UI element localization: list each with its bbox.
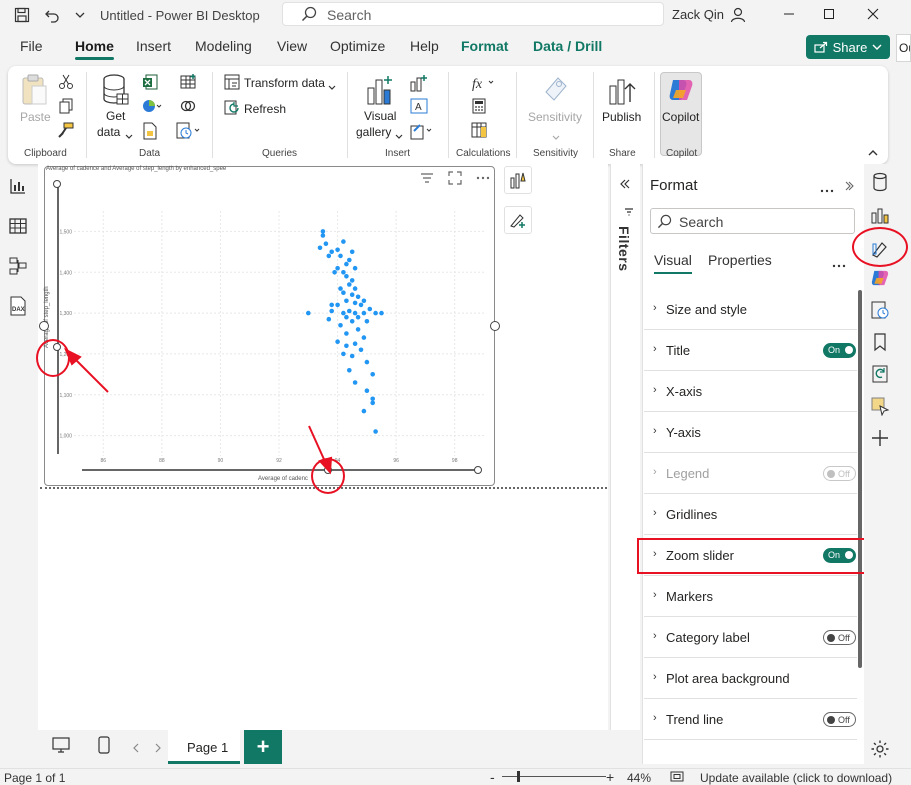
add-page-button[interactable]: + xyxy=(244,730,282,764)
toggle-knob xyxy=(827,716,835,724)
build-visual-icon[interactable] xyxy=(870,205,890,225)
page-info: Page 1 of 1 xyxy=(4,771,66,785)
format-section-label: Category label xyxy=(666,630,750,645)
format-section-legend[interactable]: › Legend Off xyxy=(644,453,857,494)
format-section-plot-area-background[interactable]: › Plot area background xyxy=(644,658,857,699)
format-section-y-axis[interactable]: › Y-axis xyxy=(644,412,857,453)
format-section-trend-line[interactable]: › Trend line Off xyxy=(644,699,857,740)
format-section-label: Y-axis xyxy=(666,425,701,440)
search-icon xyxy=(657,214,672,232)
tab-properties[interactable]: Properties xyxy=(708,252,772,268)
settings-gear-icon[interactable] xyxy=(870,739,890,759)
category-label-toggle[interactable]: Off xyxy=(823,630,856,645)
chevron-right-icon: › xyxy=(653,589,657,601)
title-toggle[interactable]: On xyxy=(823,343,856,358)
sync-slicers-icon[interactable] xyxy=(870,364,890,384)
chevron-right-icon: › xyxy=(653,425,657,437)
bookmarks-icon[interactable] xyxy=(870,332,890,352)
mobile-layout-icon[interactable] xyxy=(98,736,110,757)
format-section-label: Title xyxy=(666,343,691,358)
page-tab-page-1[interactable]: Page 1 xyxy=(168,730,240,764)
annotation-box xyxy=(637,538,871,574)
copilot-icon[interactable] xyxy=(870,268,890,288)
format-section-markers[interactable]: › Markers xyxy=(644,576,857,617)
trend-line-toggle[interactable]: Off xyxy=(823,712,856,727)
zoom-out-button[interactable]: - xyxy=(490,769,495,785)
format-section-label: Gridlines xyxy=(666,507,718,522)
format-section-label: Legend xyxy=(666,466,710,481)
zoom-level[interactable]: 44% xyxy=(627,771,651,785)
status-bar: Page 1 of 1 - + 44% Update available (cl… xyxy=(0,768,911,785)
page-tab-label: Page 1 xyxy=(187,740,229,755)
zoom-slider-thumb[interactable] xyxy=(517,771,520,782)
annotation-circle xyxy=(852,227,908,267)
add-pane-icon[interactable] xyxy=(870,428,890,448)
toggle-state-label: On xyxy=(828,345,841,355)
format-section-gridlines[interactable]: › Gridlines xyxy=(644,494,857,535)
format-section-size-and-style[interactable]: › Size and style xyxy=(644,289,857,330)
format-section-title[interactable]: › Title On xyxy=(644,330,857,371)
toggle-knob xyxy=(827,634,835,642)
filter-funnel-icon xyxy=(624,206,634,220)
format-section-label: Size and style xyxy=(666,302,747,317)
toggle-state-label: Off xyxy=(838,633,850,643)
expand-filters-icon[interactable] xyxy=(619,178,631,193)
toggle-state-label: Off xyxy=(838,715,850,725)
format-search-placeholder: Search xyxy=(679,214,724,230)
previous-page-icon[interactable] xyxy=(132,742,140,756)
desktop-layout-icon[interactable] xyxy=(52,737,70,756)
toggle-knob xyxy=(827,470,835,478)
collapse-pane-icon[interactable] xyxy=(844,180,854,194)
tab-visual[interactable]: Visual xyxy=(654,252,692,274)
selection-pane-icon[interactable] xyxy=(870,396,890,417)
chevron-right-icon: › xyxy=(653,466,657,478)
data-pane-icon[interactable] xyxy=(870,172,890,192)
page-tabs-bar xyxy=(0,730,642,766)
toggle-state-label: Off xyxy=(838,469,850,479)
chevron-right-icon: › xyxy=(653,302,657,314)
chevron-right-icon: › xyxy=(653,630,657,642)
format-section-label: X-axis xyxy=(666,384,703,399)
toggle-knob xyxy=(845,346,853,354)
filters-label[interactable]: Filters xyxy=(616,226,632,272)
format-section-category-label[interactable]: › Category label Off xyxy=(644,617,857,658)
chevron-right-icon: › xyxy=(653,384,657,396)
chevron-right-icon: › xyxy=(653,712,657,724)
chevron-right-icon: › xyxy=(653,671,657,683)
format-section-label: Trend line xyxy=(666,712,724,727)
more-options-icon[interactable] xyxy=(820,183,834,197)
more-options-icon[interactable] xyxy=(832,258,846,272)
format-search-input[interactable]: Search xyxy=(650,208,855,234)
format-section-label: Plot area background xyxy=(666,671,790,686)
fit-to-page-icon[interactable] xyxy=(670,771,684,785)
chevron-right-icon: › xyxy=(653,507,657,519)
format-section-x-axis[interactable]: › X-axis xyxy=(644,371,857,412)
update-available-link[interactable]: Update available (click to download) xyxy=(700,771,892,785)
zoom-in-button[interactable]: + xyxy=(606,769,614,785)
chevron-right-icon: › xyxy=(653,343,657,355)
next-page-icon[interactable] xyxy=(154,742,162,756)
legend-toggle: Off xyxy=(823,466,856,481)
format-section-label: Markers xyxy=(666,589,713,604)
format-pane-scrollbar[interactable] xyxy=(858,290,862,668)
format-pane-title: Format xyxy=(650,177,698,194)
performance-analyzer-icon[interactable] xyxy=(870,300,890,320)
